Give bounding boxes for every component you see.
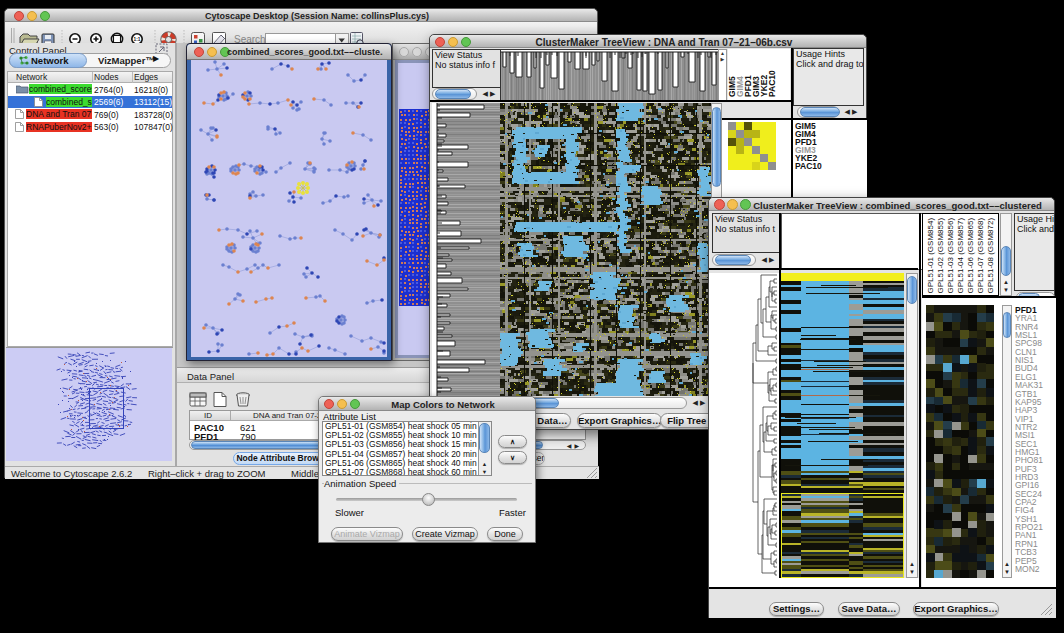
- svg-text:1:1: 1:1: [134, 37, 141, 42]
